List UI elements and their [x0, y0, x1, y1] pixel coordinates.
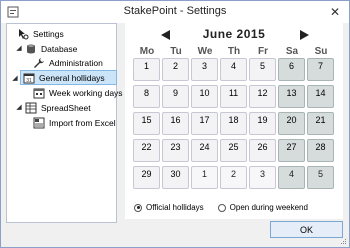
day-cell[interactable]: 5: [249, 58, 276, 81]
calendar-header: June 2015: [125, 25, 343, 43]
holiday-calendar: June 2015 Mo Tu We Th Fr Sa Su 1 2 3 4 5…: [125, 23, 343, 219]
day-cell[interactable]: 12: [249, 85, 276, 108]
day-cell-weekend[interactable]: 13: [278, 85, 305, 108]
day-cell-weekend[interactable]: 6: [278, 58, 305, 81]
day-cell-next-month[interactable]: 2: [220, 166, 247, 189]
tree-item-label: Database: [41, 43, 78, 54]
tree-item-administration[interactable]: Administration: [33, 55, 103, 70]
weekday-header: We: [197, 46, 213, 57]
day-cell[interactable]: 19: [249, 112, 276, 135]
day-cell[interactable]: 24: [191, 139, 218, 162]
official-hollidays-radio[interactable]: [134, 203, 142, 212]
day-cell[interactable]: 29: [133, 166, 160, 189]
day-cell-weekend[interactable]: 28: [307, 139, 334, 162]
holiday-type-options: Official hollidays Open during weekend: [134, 203, 308, 212]
expander-icon[interactable]: ◢: [15, 101, 23, 113]
tree-item-import-from-excel[interactable]: Import from Excel: [33, 115, 116, 130]
day-cell[interactable]: 23: [162, 139, 189, 162]
open-weekend-label[interactable]: Open during weekend: [230, 203, 308, 212]
day-cell-next-month[interactable]: 3: [249, 166, 276, 189]
day-cell[interactable]: 9: [162, 85, 189, 108]
tree-item-database[interactable]: ◢ Database: [16, 41, 78, 56]
calendar-small-icon: [33, 88, 45, 98]
wrench-icon: [34, 57, 44, 68]
settings-window: StakePoint - Settings ✕ Settings ◢ Datab…: [0, 0, 350, 248]
open-weekend-radio[interactable]: [217, 203, 226, 212]
day-cell-weekend[interactable]: 14: [307, 85, 334, 108]
spreadsheet-icon: [25, 102, 37, 113]
day-cell-weekend[interactable]: 7: [307, 58, 334, 81]
day-cell-next-month-weekend[interactable]: 5: [307, 166, 334, 189]
day-cell[interactable]: 2: [162, 58, 189, 81]
next-month-arrow-icon[interactable]: [300, 30, 309, 40]
day-cell-next-month-weekend[interactable]: 4: [278, 166, 305, 189]
day-cell[interactable]: 8: [133, 85, 160, 108]
tree-item-settings[interactable]: Settings: [17, 26, 64, 41]
tree-item-spreadsheet[interactable]: ◢ SpreadSheet: [16, 100, 91, 115]
weekday-header: Mo: [139, 46, 155, 57]
day-cell[interactable]: 15: [133, 112, 160, 135]
tree-item-general-hollidays[interactable]: ◢ 31 General hollidays: [12, 70, 117, 85]
official-hollidays-label[interactable]: Official hollidays: [146, 203, 204, 212]
title-bar: StakePoint - Settings ✕: [1, 1, 349, 23]
day-cell[interactable]: 17: [191, 112, 218, 135]
day-cell[interactable]: 16: [162, 112, 189, 135]
database-icon: [27, 44, 35, 53]
expander-icon[interactable]: ◢: [15, 42, 23, 54]
tree-item-label: Import from Excel: [49, 117, 116, 128]
weekday-header: Su: [314, 46, 328, 57]
tree-item-week-working-days[interactable]: Week working days: [33, 85, 123, 100]
day-cell[interactable]: 22: [133, 139, 160, 162]
day-cell-weekend[interactable]: 20: [278, 112, 305, 135]
tree-item-label: General hollidays: [39, 72, 105, 83]
day-cell[interactable]: 1: [133, 58, 160, 81]
window-title: StakePoint - Settings: [123, 5, 227, 17]
day-cell-next-month[interactable]: 1: [191, 166, 218, 189]
weekday-header: Sa: [285, 46, 299, 57]
ok-button[interactable]: OK: [270, 221, 343, 238]
cursor-settings-icon: [19, 28, 29, 39]
tree-item-label: Administration: [49, 57, 103, 68]
day-cell[interactable]: 4: [220, 58, 247, 81]
weekday-header: Tu: [170, 46, 182, 57]
tree-item-label: SpreadSheet: [41, 102, 91, 113]
day-cell[interactable]: 18: [220, 112, 247, 135]
svg-text:31: 31: [26, 78, 32, 84]
close-button[interactable]: ✕: [327, 4, 343, 20]
expander-icon[interactable]: ◢: [11, 72, 19, 84]
tree-item-label: Week working days: [49, 87, 123, 98]
excel-import-icon: [33, 117, 45, 128]
day-cell-weekend[interactable]: 27: [278, 139, 305, 162]
tree-item-label: Settings: [33, 28, 64, 39]
month-label: June 2015: [202, 27, 266, 41]
day-cell[interactable]: 11: [220, 85, 247, 108]
resize-grip-icon[interactable]: [339, 237, 347, 245]
day-cell[interactable]: 3: [191, 58, 218, 81]
day-cell[interactable]: 26: [249, 139, 276, 162]
day-cell[interactable]: 25: [220, 139, 247, 162]
day-cell[interactable]: 30: [162, 166, 189, 189]
weekday-header: Fr: [258, 46, 268, 57]
day-cell-weekend[interactable]: 21: [307, 112, 334, 135]
day-cell[interactable]: 10: [191, 85, 218, 108]
settings-tree[interactable]: Settings ◢ Database Administration ◢ 31 …: [6, 23, 123, 223]
weekday-header: Th: [227, 46, 241, 57]
calendar-icon: 31: [23, 73, 35, 84]
